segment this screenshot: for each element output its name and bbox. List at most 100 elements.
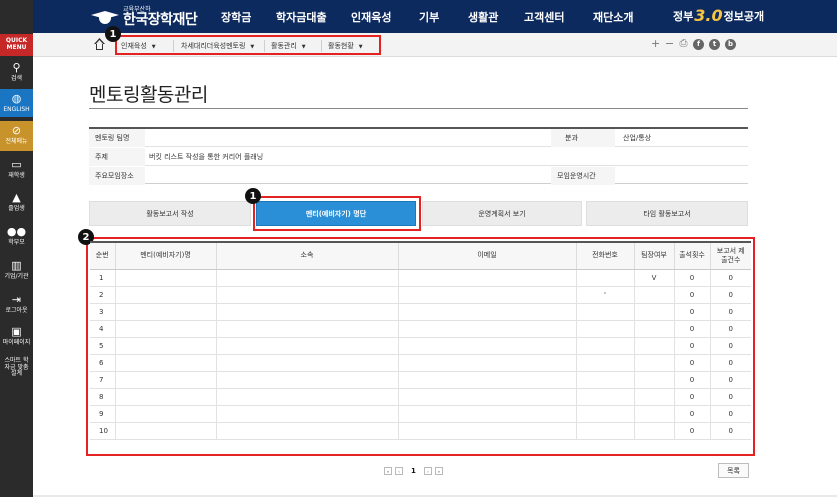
print-icon[interactable]: ⎙ [679,38,688,50]
zoom-out-icon[interactable]: − [665,38,674,50]
cell-no: 6 [90,354,116,372]
table-row: 8 00 [90,388,751,406]
tab-team-report[interactable]: 타임 활동보고서 [586,201,748,226]
cell-leader [634,286,675,304]
gov-disclosure-link[interactable]: 정부 3.0 정보공개 [673,6,764,25]
cell-attendance: 0 [674,371,711,389]
cell-reports: 0 [710,405,751,423]
cell-email [398,405,577,423]
twitter-icon[interactable]: t [709,38,720,50]
annotation-badge-1: 1 [105,26,121,42]
cell-email [398,388,577,406]
time-label: 모임운영시간 [551,167,615,185]
page-tools: + − ⎙ f t b [651,38,736,50]
nav-item-talent[interactable]: 인재육성 [351,9,391,25]
table-row: 4 00 [90,320,751,338]
cell-email [398,320,577,338]
cell-phone [576,320,635,338]
cell-affiliation [216,422,399,440]
cell-leader: V [634,269,675,287]
field-label: 분과 [551,129,615,147]
cell-affiliation [216,320,399,338]
cell-no: 8 [90,388,116,406]
nav-item-about[interactable]: 재단소개 [593,9,633,25]
cell-phone [576,337,635,355]
topic-value: 버킷 리스트 작성을 통한 커리어 플래닝 [149,153,264,161]
sidebar-item-graduate[interactable]: ▲ 졸업생 [0,188,33,218]
sidebar-item-mypage[interactable]: ▣ 마이페이지 [0,322,33,352]
cell-attendance: 0 [674,388,711,406]
list-button[interactable]: 목록 [718,463,749,478]
breadcrumb-item-mentoring[interactable]: 차세대리더육성멘토링 ▼ [181,41,254,51]
building-icon: ▥ [11,258,22,272]
page-prev-button[interactable]: ‹ [395,467,403,475]
col-header-name: 멘티(예비자기)명 [115,241,217,270]
nav-item-customer[interactable]: 고객센터 [524,9,564,25]
breadcrumb-item-activity-mgmt[interactable]: 활동관리 ▼ [271,41,306,51]
table-row: 3 00 [90,303,751,321]
nav-item-loan[interactable]: 학자금대출 [276,9,327,25]
cell-attendance: 0 [674,405,711,423]
globe-icon: ◍ [11,91,22,105]
sidebar-item-all-menu[interactable]: ⊘ 전체메뉴 [0,121,33,151]
caret-down-icon: ▼ [250,44,255,50]
cell-name [115,337,217,355]
search-icon: ⚲ [12,60,21,74]
cell-affiliation [216,371,399,389]
sidebar-item-company[interactable]: ▥ 기업/기관 [0,256,33,286]
cell-phone [576,269,635,287]
cell-name [115,269,217,287]
cell-reports: 0 [710,371,751,389]
cell-phone [576,371,635,389]
cell-name [115,371,217,389]
page-current[interactable]: 1 [411,467,416,475]
blog-icon[interactable]: b [725,38,736,50]
page-first-button[interactable]: « [384,467,392,475]
nav-item-scholarship[interactable]: 장학금 [221,9,251,25]
facebook-icon[interactable]: f [693,38,704,50]
col-header-affiliation: 소속 [216,241,399,270]
sidebar-item-search[interactable]: ⚲ 검색 [0,58,33,86]
breadcrumb-item-activity-status[interactable]: 활동현황 ▼ [328,41,363,51]
cell-leader [634,388,675,406]
table-row: 2 ' 0 0 [90,286,751,304]
tab-write-report[interactable]: 활동보고서 작성 [89,201,251,226]
place-label: 주요모임장소 [89,167,145,185]
cell-leader [634,354,675,372]
page-next-button[interactable]: › [423,467,432,475]
cell-reports: 0 [710,320,751,338]
col-header-leader: 팀장여부 [634,241,675,270]
home-icon[interactable] [93,38,106,50]
sidebar-item-student[interactable]: ▭ 재학생 [0,155,33,185]
col-header-email: 이메일 [398,241,577,270]
cell-email [398,354,577,372]
cell-no: 3 [90,303,116,321]
cell-affiliation [216,303,399,321]
cell-leader [634,405,675,423]
zoom-in-icon[interactable]: + [651,38,660,50]
info-row-team: 멘토링 팀명 분과 산업/통상 [89,129,748,147]
sidebar-item-english[interactable]: ◍ ENGLISH [0,89,33,117]
nav-item-donation[interactable]: 기부 [419,9,439,25]
table-header-row: 순번 멘티(예비자기)명 소속 이메일 전화번호 팀장여부 출석횟수 보고서 제… [90,241,751,270]
cell-email [398,337,577,355]
lock-icon: ▣ [11,324,22,338]
tab-operation-plan[interactable]: 운영계획서 보기 [422,201,582,226]
quick-sidebar: QUICK MENU ⚲ 검색 ◍ ENGLISH ⊘ 전체메뉴 ▭ 재학생 ▲… [0,0,33,497]
breadcrumb-item-talent[interactable]: 인재육성 ▼ [121,41,156,51]
nav-item-dorm[interactable]: 생활관 [468,9,498,25]
cell-affiliation [216,269,399,287]
sidebar-item-parent[interactable]: ●● 학부모 [0,222,33,252]
page-last-button[interactable]: » [434,467,443,475]
tab-highlight-box [253,196,421,231]
cell-email [398,371,577,389]
sidebar-item-logout[interactable]: ⇥ 로그아웃 [0,290,33,320]
col-header-reports: 보고서 제출건수 [710,241,751,270]
sidebar-item-smart-planner[interactable]: 스마트 학자금 맞춤설계 [0,356,33,386]
logo-title: 한국장학재단 [123,12,198,28]
cell-affiliation [216,405,399,423]
quick-menu-label: QUICK MENU [0,34,33,56]
caret-down-icon: ▼ [358,44,363,50]
cell-attendance: 0 [674,269,711,287]
app-root: QUICK MENU ⚲ 검색 ◍ ENGLISH ⊘ 전체메뉴 ▭ 재학생 ▲… [0,0,837,497]
